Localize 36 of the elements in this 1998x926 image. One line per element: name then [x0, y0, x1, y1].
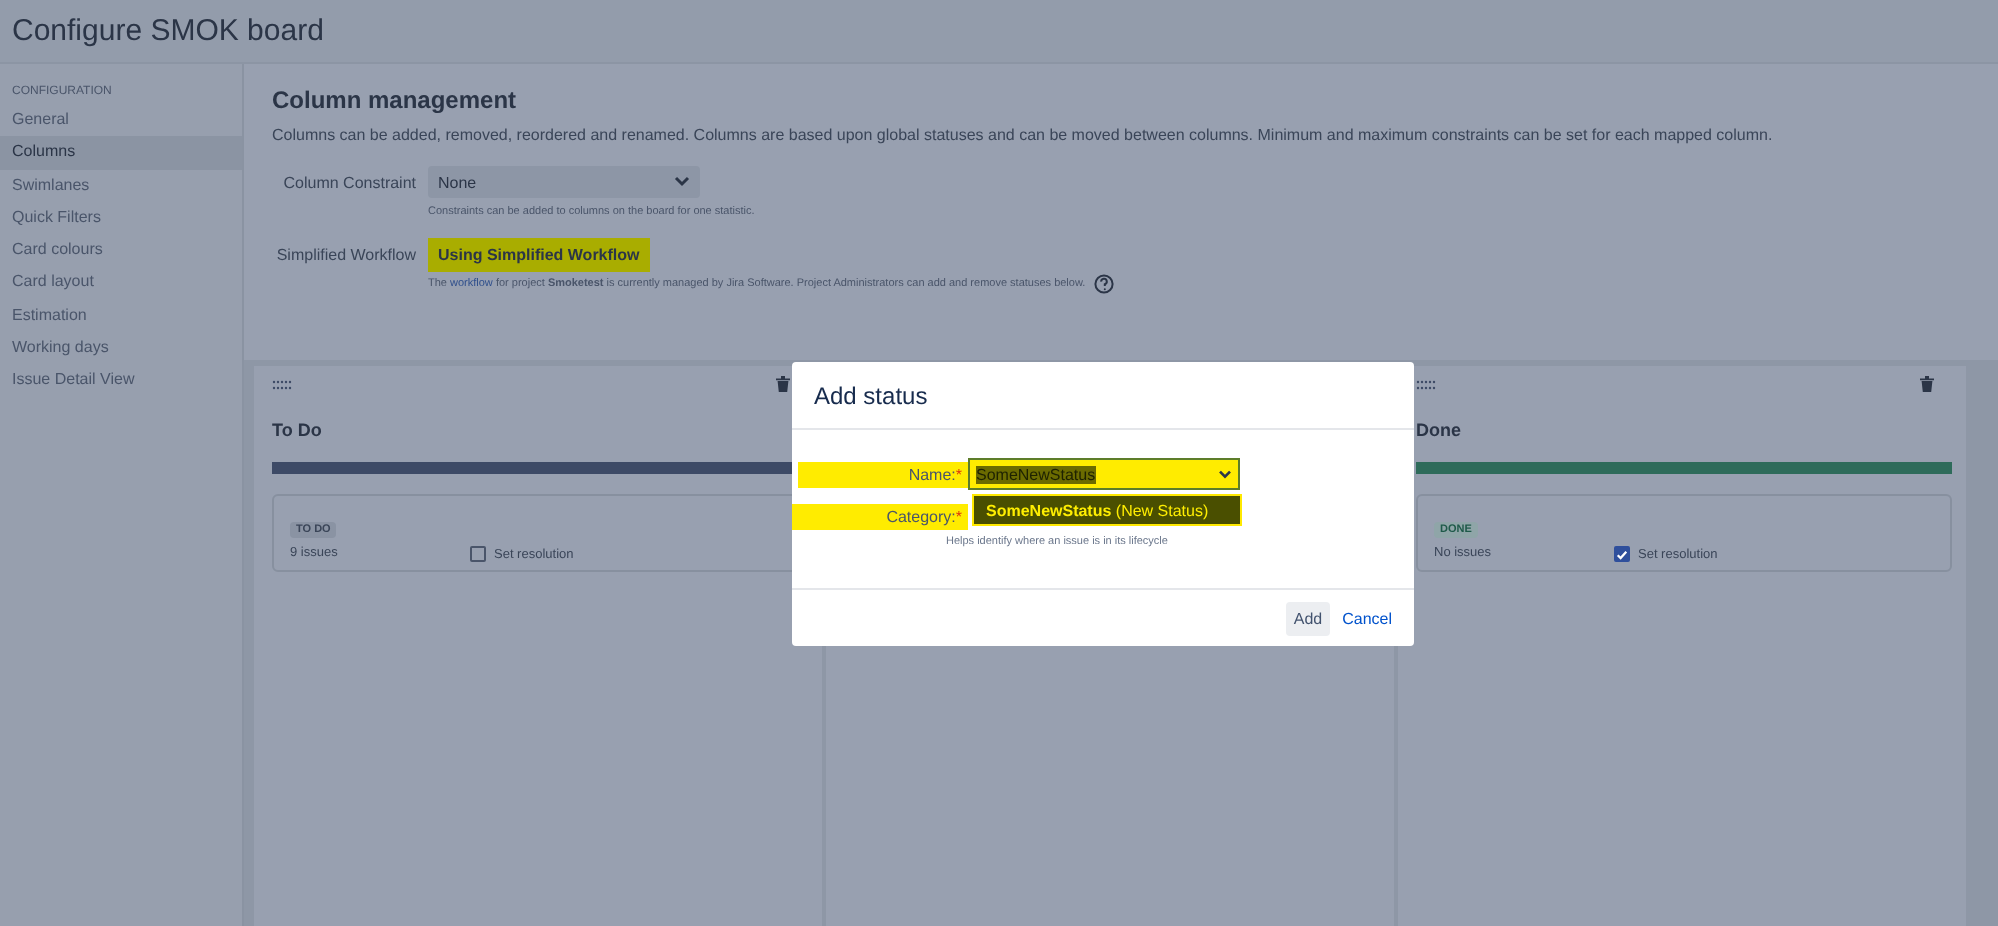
dialog-title: Add status: [814, 381, 928, 409]
sidebar-item[interactable]: Swimlanes: [0, 169, 242, 202]
required-mark: *: [955, 507, 962, 525]
sidebar-item[interactable]: General: [0, 104, 242, 137]
sidebar-item[interactable]: Card layout: [0, 266, 242, 300]
section-description: Columns can be added, removed, reordered and renamed. Columns are based upon global statuses and can be moved between columns. Minimum and maximum constraints can be set for each mapped column.: [272, 126, 1775, 144]
caret-icon: [674, 176, 690, 188]
resolution-checkbox[interactable]: [1614, 546, 1630, 562]
sidebar-item[interactable]: Issue Detail View: [0, 364, 242, 398]
sidebar-item[interactable]: Working days: [0, 332, 242, 365]
field-label: Simplified Workflow: [274, 244, 416, 268]
field-label: Name:*: [798, 461, 968, 487]
sidebar-item[interactable]: Columns: [0, 136, 242, 170]
caret-icon: [1218, 469, 1232, 479]
sidebar-item[interactable]: Estimation: [0, 299, 242, 333]
section-title: Column management: [272, 86, 519, 114]
column-title: To Do: [272, 420, 324, 440]
required-mark: *: [955, 465, 962, 483]
page-title: Configure SMOK board: [12, 14, 324, 48]
workflow-status: Using Simplified Workflow: [428, 238, 650, 272]
sidebar-item[interactable]: Quick Filters: [0, 201, 242, 235]
cancel-link[interactable]: Cancel: [1342, 609, 1392, 627]
constraint-select[interactable]: None: [428, 166, 700, 198]
trash-icon[interactable]: [776, 376, 790, 392]
drag-handle-icon[interactable]: [1416, 379, 1436, 389]
field-label: Column Constraint: [281, 172, 416, 196]
trash-icon[interactable]: [1920, 376, 1934, 392]
dropdown-option[interactable]: SomeNewStatus (New Status): [972, 494, 1242, 526]
name-field[interactable]: SomeNewStatus: [968, 458, 1240, 490]
column-title: Done: [1416, 420, 1463, 440]
field-label: Category:*: [792, 503, 968, 529]
resolution-checkbox[interactable]: [470, 546, 486, 562]
help-icon[interactable]: [1093, 274, 1114, 294]
drag-handle-icon[interactable]: [272, 379, 292, 389]
add-button[interactable]: Add: [1285, 601, 1331, 635]
sidebar-item[interactable]: Card colours: [0, 234, 242, 267]
